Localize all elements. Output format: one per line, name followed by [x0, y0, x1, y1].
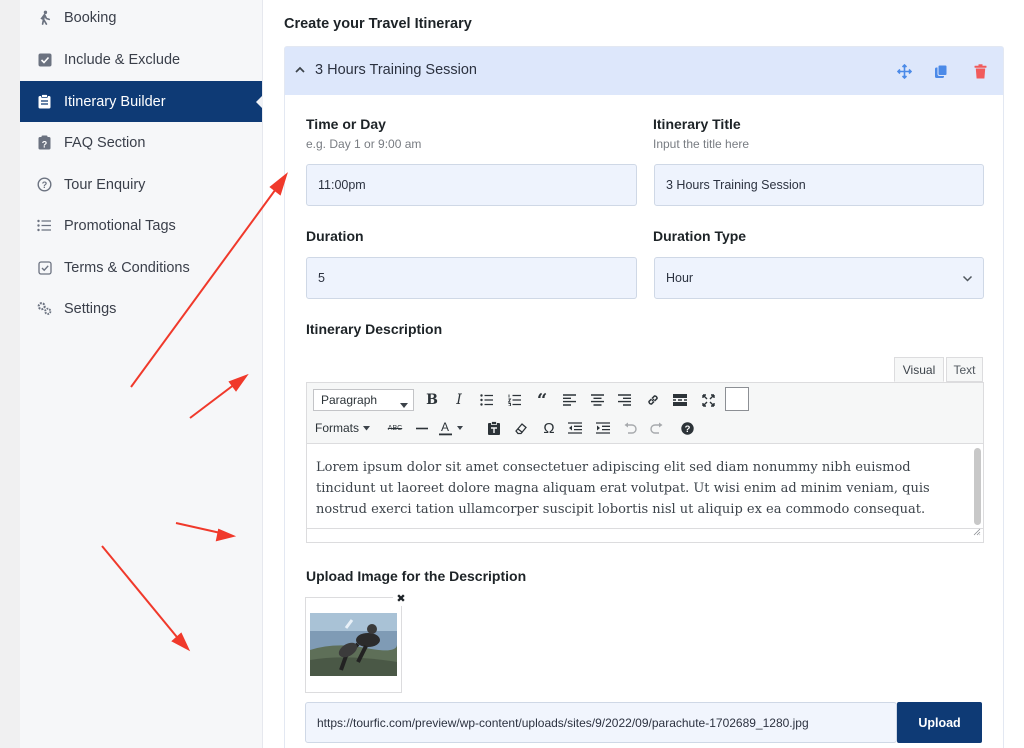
special-character-icon[interactable]: Ω — [538, 417, 560, 439]
help-icon[interactable]: ? — [676, 417, 698, 439]
trash-icon[interactable] — [971, 62, 989, 80]
paste-text-icon[interactable] — [483, 417, 505, 439]
duration-label: Duration — [306, 228, 364, 244]
upload-button[interactable]: Upload — [897, 702, 982, 743]
time-label: Time or Day — [306, 116, 386, 132]
toolbar-toggle-button[interactable] — [725, 387, 749, 411]
paragraph-select-value: Paragraph — [321, 393, 378, 407]
sidebar-item-terms-conditions[interactable]: Terms & Conditions — [20, 247, 262, 288]
sidebar-item-label: Include & Exclude — [64, 51, 181, 68]
editor-statusbar — [306, 528, 984, 543]
formats-menu-label: Formats — [315, 421, 360, 435]
sidebar-item-label: Tour Enquiry — [64, 176, 146, 193]
itinerary-card-title: 3 Hours Training Session — [315, 62, 477, 78]
read-more-icon[interactable] — [669, 389, 691, 411]
chevron-up-icon[interactable] — [293, 63, 307, 77]
svg-text:?: ? — [42, 180, 48, 190]
fullscreen-icon[interactable] — [697, 389, 719, 411]
checkbox-icon — [37, 52, 52, 67]
align-right-icon[interactable] — [613, 389, 635, 411]
paragraph-select[interactable]: Paragraph — [313, 389, 414, 411]
question-clipboard-icon: ? — [37, 135, 52, 150]
image-thumbnail — [305, 597, 402, 693]
move-icon[interactable] — [895, 62, 913, 80]
formats-menu[interactable]: Formats — [315, 417, 375, 439]
undo-icon[interactable] — [619, 417, 641, 439]
bold-icon[interactable]: B — [421, 389, 443, 411]
editor-content[interactable]: Lorem ipsum dolor sit amet consectetuer … — [306, 444, 984, 529]
question-circle-icon: ? — [37, 177, 52, 192]
page-title: Create your Travel Itinerary — [284, 16, 472, 32]
svg-text:A: A — [441, 420, 449, 434]
caret-down-icon — [363, 425, 371, 430]
person-walking-icon — [37, 10, 52, 25]
svg-text:?: ? — [684, 424, 690, 435]
gears-icon — [37, 301, 52, 316]
duration-type-label: Duration Type — [653, 228, 747, 244]
image-url-field[interactable]: https://tourfic.com/preview/wp-content/u… — [305, 702, 897, 743]
admin-left-strip — [0, 0, 20, 748]
italic-icon[interactable]: I — [448, 389, 470, 411]
blockquote-icon[interactable]: “ — [531, 389, 553, 411]
tab-visual[interactable]: Visual — [894, 357, 944, 382]
sidebar-item-promotional-tags[interactable]: Promotional Tags — [20, 205, 262, 246]
check-square-icon — [37, 260, 52, 275]
outdent-icon[interactable] — [564, 417, 586, 439]
strikethrough-icon[interactable]: ABC — [384, 417, 406, 439]
numbered-list-icon[interactable] — [504, 389, 526, 411]
settings-sidebar: Booking Include & Exclude Itinerary Buil… — [20, 0, 263, 748]
main-panel: Create your Travel Itinerary 3 Hours Tra… — [263, 0, 1024, 748]
align-left-icon[interactable] — [558, 389, 580, 411]
horizontal-line-icon[interactable] — [411, 417, 433, 439]
chevron-down-icon — [962, 273, 973, 287]
editor-toolbar: Paragraph B I “ Formats ABC A Ω ? — [306, 382, 984, 444]
tab-text[interactable]: Text — [946, 357, 983, 382]
description-label: Itinerary Description — [306, 321, 443, 337]
sidebar-item-label: Settings — [64, 300, 117, 317]
remove-image-icon[interactable]: ✖ — [393, 590, 409, 606]
sidebar-item-label: Terms & Conditions — [64, 259, 190, 276]
text-color-icon[interactable]: A — [438, 417, 470, 439]
upload-label: Upload Image for the Description — [306, 568, 527, 584]
resize-handle-icon[interactable] — [973, 523, 981, 541]
align-center-icon[interactable] — [586, 389, 608, 411]
sidebar-item-label: FAQ Section — [64, 134, 146, 151]
itinerary-title-label: Itinerary Title — [653, 116, 741, 132]
itinerary-title-field[interactable]: 3 Hours Training Session — [654, 164, 984, 206]
editor-scrollbar[interactable] — [974, 448, 981, 525]
clear-formatting-icon[interactable] — [510, 417, 532, 439]
link-icon[interactable] — [642, 389, 664, 411]
copy-icon[interactable] — [932, 62, 950, 80]
time-field[interactable]: 11:00pm — [306, 164, 637, 206]
caret-down-icon — [400, 398, 408, 412]
sidebar-item-label: Itinerary Builder — [64, 93, 166, 110]
itinerary-title-hint: Input the title here — [653, 137, 750, 151]
clipboard-icon — [37, 94, 52, 109]
sidebar-item-faq-section[interactable]: ? FAQ Section — [20, 122, 262, 163]
list-icon — [37, 218, 52, 233]
sidebar-item-itinerary-builder[interactable]: Itinerary Builder — [20, 81, 263, 122]
duration-type-value: Hour — [666, 271, 694, 285]
itinerary-card-header[interactable]: 3 Hours Training Session — [285, 47, 1003, 95]
sidebar-item-label: Booking — [64, 9, 117, 26]
sidebar-item-booking[interactable]: Booking — [20, 0, 262, 38]
redo-icon[interactable] — [646, 417, 668, 439]
duration-type-select[interactable]: Hour — [654, 257, 984, 299]
sidebar-item-tour-enquiry[interactable]: ? Tour Enquiry — [20, 164, 262, 205]
bullet-list-icon[interactable] — [476, 389, 498, 411]
sidebar-item-settings[interactable]: Settings — [20, 288, 262, 329]
sidebar-item-include-exclude[interactable]: Include & Exclude — [20, 39, 262, 80]
sidebar-item-label: Promotional Tags — [64, 217, 176, 234]
parachute-photo — [306, 598, 401, 692]
description-editor: Visual Text Paragraph B I “ Formats ABC … — [306, 353, 984, 543]
editor-text: Lorem ipsum dolor sit amet consectetuer … — [316, 460, 930, 517]
svg-text:?: ? — [42, 140, 48, 150]
time-hint: e.g. Day 1 or 9:00 am — [306, 137, 422, 151]
indent-icon[interactable] — [592, 417, 614, 439]
duration-field[interactable]: 5 — [306, 257, 637, 299]
